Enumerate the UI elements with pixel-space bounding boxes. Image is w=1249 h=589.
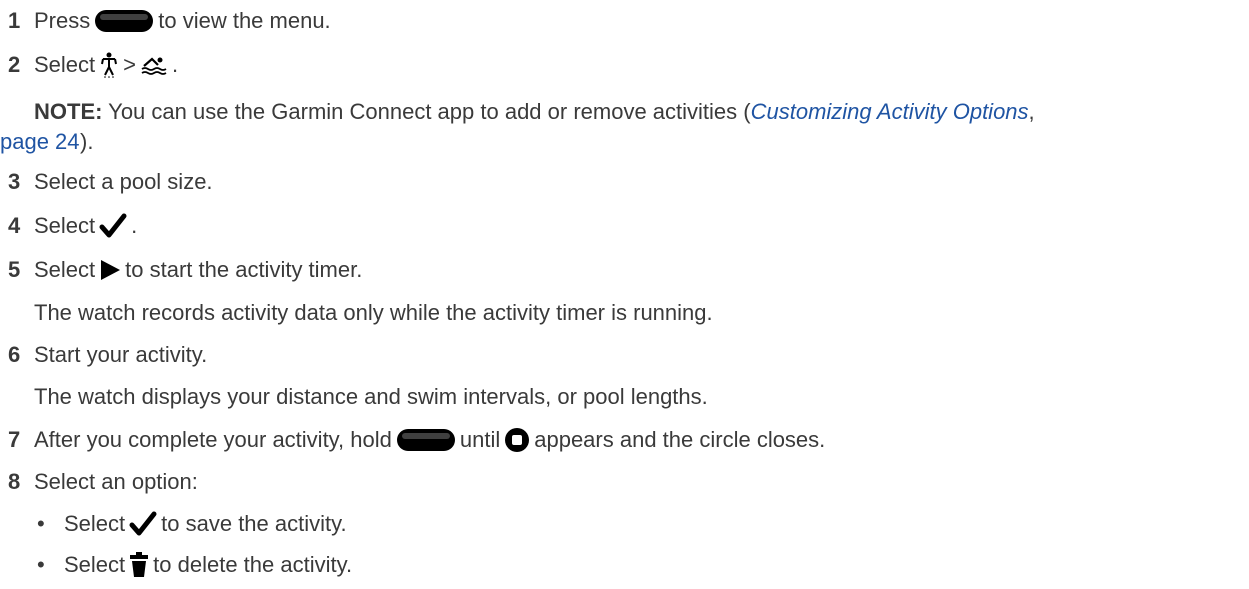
- instruction-document: 1 Press to view the menu. 2 Select > . N…: [0, 8, 1035, 578]
- step-text-end: to start the activity timer.: [125, 257, 363, 282]
- checkmark-icon: [129, 511, 157, 537]
- step-text-end: .: [172, 52, 179, 77]
- note-label: NOTE:: [34, 99, 103, 124]
- note-link-page[interactable]: page 24: [0, 129, 80, 155]
- step-text: Select a pool size.: [34, 169, 213, 194]
- step-text: Select: [34, 213, 96, 238]
- option-text: Select: [64, 552, 126, 577]
- activity-person-icon: [99, 52, 119, 78]
- note-close: ).: [80, 129, 94, 154]
- play-icon: [99, 259, 121, 281]
- checkmark-icon: [99, 213, 127, 239]
- note: NOTE: You can use the Garmin Connect app…: [34, 95, 1035, 129]
- step-number: 1: [8, 8, 21, 33]
- stop-icon: [504, 427, 530, 453]
- step-text: Select: [34, 52, 96, 77]
- step-text: Press: [34, 8, 91, 33]
- step-text: After you complete your activity, hold: [34, 427, 392, 452]
- step-number: 2: [8, 52, 21, 77]
- option-text-end: to save the activity.: [161, 511, 347, 536]
- note-text: You can use the Garmin Connect app to ad…: [102, 99, 751, 124]
- step-number: 4: [8, 213, 21, 238]
- step-number: 6: [8, 342, 21, 367]
- trash-icon: [129, 552, 149, 578]
- option-text-end: to delete the activity.: [153, 552, 353, 577]
- step-text-middle: until: [459, 427, 501, 452]
- step-number: 3: [8, 169, 21, 194]
- pool-swim-icon: [140, 54, 168, 76]
- step-text-end: to view the menu.: [158, 8, 331, 33]
- step-number: 8: [8, 469, 21, 494]
- option-text: Select: [64, 511, 126, 536]
- step-number: 7: [8, 427, 21, 452]
- button-icon: [94, 9, 154, 33]
- bullet: •: [37, 511, 45, 536]
- step-text-end: .: [131, 213, 138, 238]
- step-number: 5: [8, 257, 21, 282]
- step-text-end: appears and the circle closes.: [534, 427, 826, 452]
- button-icon: [396, 428, 456, 452]
- breadcrumb-separator: >: [123, 52, 137, 77]
- step-text: Start your activity.: [34, 342, 208, 367]
- note-link-title[interactable]: Customizing Activity Options: [751, 99, 1029, 124]
- step-text: Select an option:: [34, 469, 198, 494]
- bullet: •: [37, 552, 45, 577]
- note-comma: ,: [1028, 99, 1035, 124]
- step-text: Select: [34, 257, 96, 282]
